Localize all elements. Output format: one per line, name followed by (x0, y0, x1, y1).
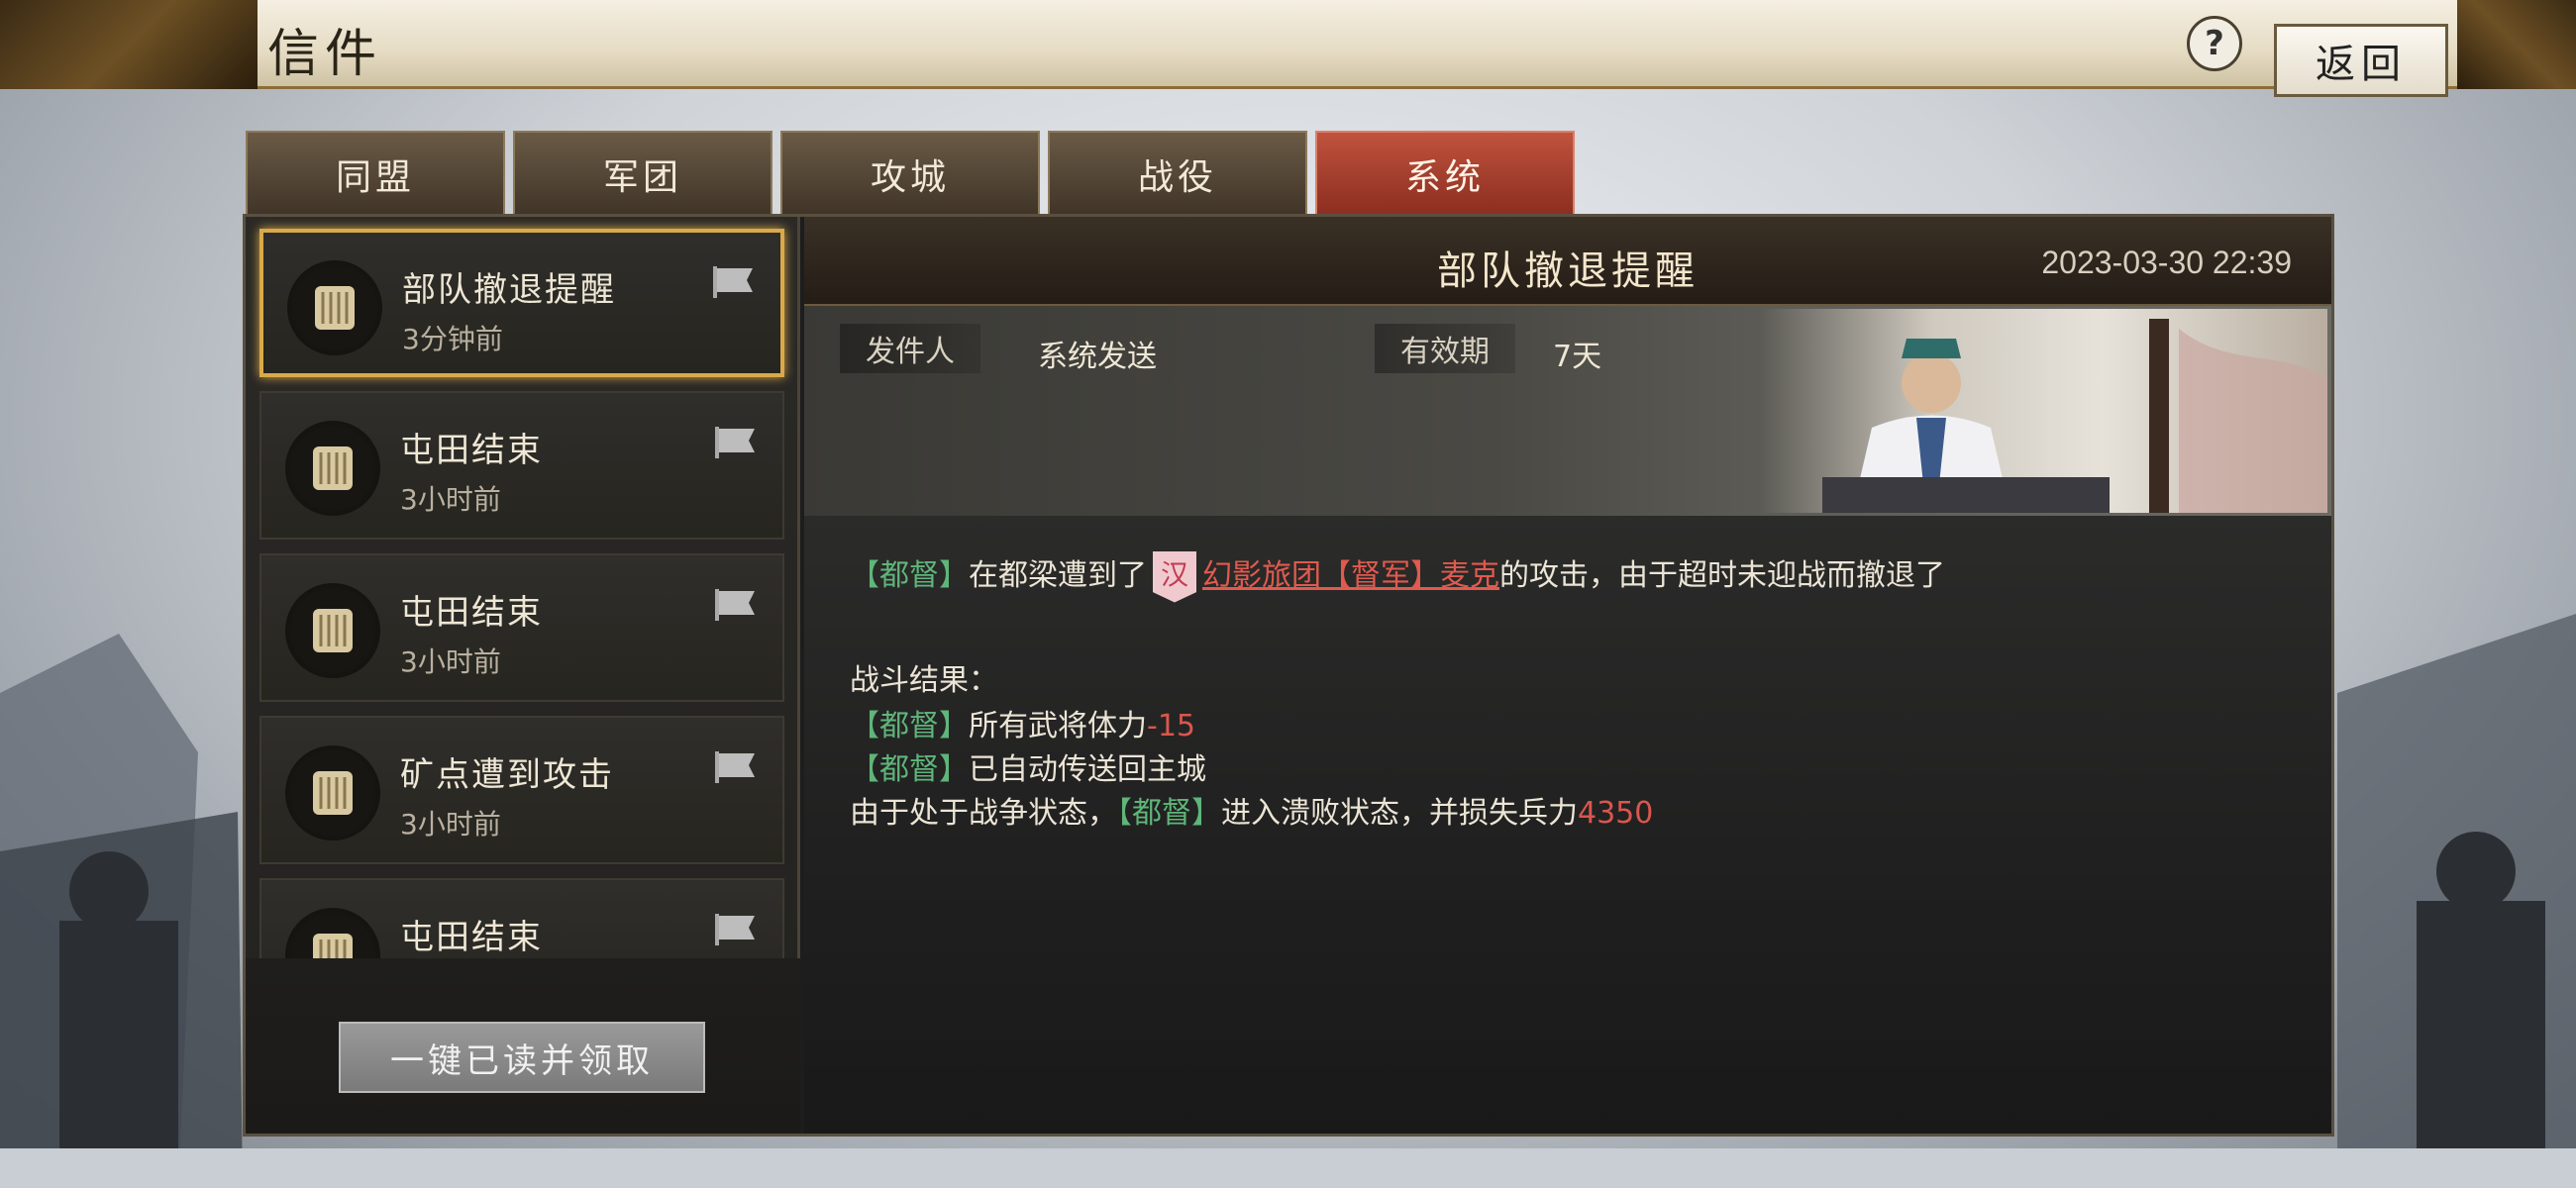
mail-line-4: 【都督】已自动传送回主城 (850, 744, 1206, 788)
text: 在都梁遭到了 (969, 558, 1147, 593)
back-button[interactable]: 返回 (2274, 24, 2448, 97)
mail-date: 2023-03-30 22:39 (2041, 245, 2292, 280)
mail-item-title: 屯田结束 (400, 918, 543, 957)
tag-dudu: 【都督】 (850, 752, 969, 787)
tab-siege[interactable]: 攻城 (780, 131, 1040, 216)
help-button[interactable]: ? (2187, 16, 2242, 71)
tag-dudu: 【都督】 (850, 709, 969, 743)
text: 的攻击，由于超时未迎战而撤退了 (1499, 558, 1945, 593)
flag-icon (715, 427, 755, 458)
mail-item-title: 屯田结束 (400, 593, 543, 633)
tab-system[interactable]: 系统 (1315, 131, 1575, 216)
sender-label: 发件人 (840, 324, 980, 373)
tag-dudu: 【都督】 (850, 558, 969, 593)
flag-icon (715, 751, 755, 783)
mail-item-time: 3小时前 (400, 808, 501, 841)
validity-label: 有效期 (1375, 324, 1515, 373)
tab-alliance[interactable]: 同盟 (246, 131, 505, 216)
text: 所有武将体力 (969, 709, 1147, 743)
mail-item-time: 3小时前 (400, 645, 501, 678)
mail-item-time: 3分钟前 (402, 323, 503, 355)
faction-badge: 汉 (1153, 550, 1196, 603)
character-portrait (1763, 309, 2327, 513)
stamina-change: -15 (1147, 709, 1195, 743)
top-bar: 信件 ? (0, 0, 2576, 89)
mail-list-item[interactable]: 部队撤退提醒 3分钟前 (259, 229, 784, 377)
mail-header: 部队撤退提醒 2023-03-30 22:39 (804, 217, 2331, 306)
mail-item-title: 矿点遭到攻击 (400, 755, 614, 795)
scroll-icon (285, 421, 380, 516)
flag-icon (715, 589, 755, 621)
battle-result-heading: 战斗结果： (850, 663, 998, 698)
scroll-icon (285, 745, 380, 841)
tab-legion[interactable]: 军团 (513, 131, 773, 216)
tag-dudu: 【都督】 (1117, 796, 1221, 831)
mail-item-time: 3小时前 (400, 483, 501, 516)
tab-campaign[interactable]: 战役 (1048, 131, 1307, 216)
text: 由于处于战争状态， (850, 796, 1117, 831)
read-and-claim-all-button[interactable]: 一键已读并领取 (339, 1022, 705, 1093)
mail-line-1: 【都督】在都梁遭到了汉幻影旅团【督军】麦克的攻击，由于超时未迎战而撤退了 (850, 550, 1945, 603)
enemy-player-link[interactable]: 幻影旅团【督军】麦克 (1202, 558, 1499, 593)
mail-line-5: 由于处于战争状态，【都督】进入溃败状态，并损失兵力4350 (850, 788, 1653, 832)
mail-list-item[interactable]: 屯田结束 3小时前 (259, 391, 784, 540)
flag-icon (713, 266, 753, 298)
page-title: 信件 (267, 25, 383, 84)
mail-tabs: 同盟 军团 攻城 战役 系统 (246, 131, 1575, 216)
scroll-icon (285, 583, 380, 678)
mail-item-title: 屯田结束 (400, 431, 543, 470)
right-ornament (2457, 0, 2576, 89)
mail-list-item[interactable]: 屯田结束 3小时前 (259, 553, 784, 702)
text: 进入溃败状态，并损失兵力 (1221, 796, 1578, 831)
mail-list-item[interactable]: 矿点遭到攻击 3小时前 (259, 716, 784, 864)
scroll-icon (287, 260, 382, 355)
left-ornament (0, 0, 258, 89)
mail-item-title: 部队撤退提醒 (402, 270, 616, 310)
flag-icon (715, 914, 755, 945)
sender-value: 系统发送 (1038, 340, 1157, 374)
troop-loss: 4350 (1578, 796, 1654, 831)
validity-value: 7天 (1553, 340, 1602, 374)
text: 已自动传送回主城 (969, 752, 1206, 787)
mail-line-3: 【都督】所有武将体力-15 (850, 701, 1195, 744)
